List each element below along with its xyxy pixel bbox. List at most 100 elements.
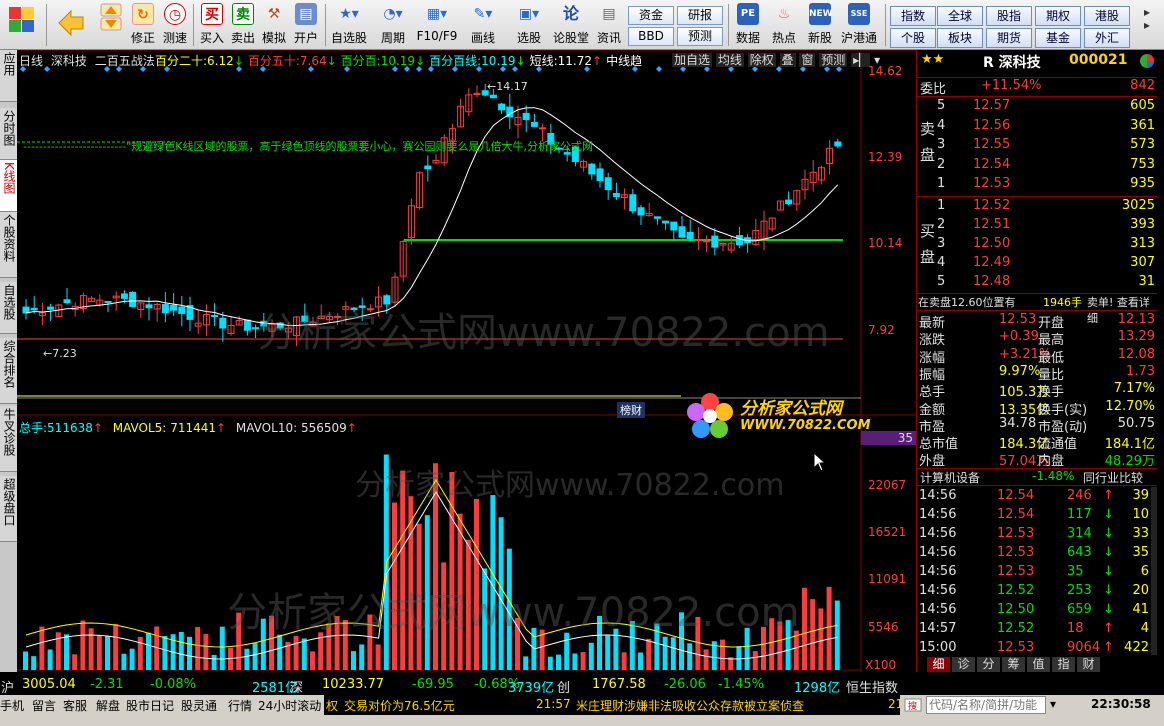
sector-compare-link[interactable]: 同行业比较 — [1083, 469, 1143, 486]
period-button[interactable]: ◔▾ 周期 — [373, 3, 413, 48]
options-button[interactable]: 期权 — [1035, 6, 1081, 26]
tick-direction-icon: ↑ — [1103, 488, 1114, 503]
sell-price: 12.56 — [973, 117, 1011, 133]
funds-button[interactable]: 资金 — [628, 6, 674, 25]
quote-bottom-tab[interactable]: 分 — [977, 657, 1000, 672]
news-ticker[interactable]: 权 交易对价为76.5亿元 21:57 米庄理财涉嫌非法吸收公众存款被立案侦查 … — [324, 695, 903, 715]
volume-bar — [670, 637, 676, 670]
bottom-strip — [0, 715, 1164, 726]
tab-watchlist[interactable]: 自选股 — [0, 282, 17, 334]
add-watchlist-button[interactable]: 加自选 — [672, 53, 713, 67]
draw-line-button[interactable]: ✎▾ 画线 — [463, 3, 503, 48]
stock-screen-button[interactable]: ▣▾ 选股 — [509, 3, 549, 48]
sell-volume: 605 — [1130, 98, 1155, 113]
stock-index-button[interactable]: 股指 — [986, 6, 1032, 26]
volume-bar — [244, 648, 250, 670]
more-button[interactable]: ▸ ▸ — [1136, 6, 1158, 48]
up-down-nav-button[interactable] — [96, 3, 126, 48]
forex-button[interactable]: 外汇 — [1084, 28, 1130, 48]
hk-connect-button[interactable]: SSE 沪港通 — [840, 3, 878, 48]
global-button[interactable]: 全球 — [937, 6, 983, 26]
volume-bar — [498, 517, 504, 670]
quote-bottom-tab[interactable]: 值 — [1027, 657, 1050, 672]
pe-icon: PE — [737, 3, 759, 25]
sell-button[interactable]: 卖 卖出 — [228, 3, 258, 48]
volume-bar — [629, 621, 635, 670]
status-bar-link[interactable]: 留言 — [32, 697, 56, 714]
window-button[interactable]: 窗 — [799, 53, 816, 67]
quote-bottom-tab[interactable]: 诊 — [952, 657, 975, 672]
exright-button[interactable]: 除权 — [747, 53, 776, 67]
tick-scrollbar[interactable] — [1151, 487, 1157, 655]
forecast-chart-button[interactable]: 预测 — [819, 53, 848, 67]
status-bar-link[interactable]: 行情 — [228, 697, 252, 714]
volume-bar — [342, 619, 348, 670]
futures-button[interactable]: 期货 — [986, 28, 1032, 48]
tab-kline[interactable]: K线图 — [0, 160, 17, 212]
status-bar-link[interactable]: 股灵通 — [181, 697, 217, 714]
f10-button[interactable]: ▦▾ F10/F9 — [416, 3, 458, 48]
search-icon[interactable]: 搜 — [904, 698, 924, 712]
news-button[interactable]: ▤ 资讯 — [593, 3, 625, 48]
indicator-item: 中线趋 — [606, 54, 642, 68]
index-button[interactable]: 指数 — [890, 6, 936, 26]
forecast-button[interactable]: 预测 — [677, 27, 723, 46]
quote-bottom-tab[interactable]: 筹 — [1002, 657, 1025, 672]
new-stock-button[interactable]: NEW 新股 — [804, 3, 836, 48]
watchlist-button[interactable]: ★▾ 自选股 — [329, 3, 369, 48]
dropdown-arrow-icon[interactable]: ▾ — [1050, 697, 1056, 711]
status-bar-link[interactable]: 客服 — [63, 697, 87, 714]
tab-super-quote[interactable]: 超级盘口 — [0, 476, 17, 542]
status-bar-link[interactable]: 解盘 — [96, 697, 120, 714]
pie-chart-icon[interactable] — [1139, 53, 1155, 69]
back-arrow-icon[interactable] — [54, 3, 88, 48]
sector-name[interactable]: 计算机设备 — [920, 469, 980, 486]
sell-price: 12.57 — [973, 98, 1011, 113]
correct-button[interactable]: ↻ 修正 — [128, 3, 158, 48]
hammer-icon: ⚒ — [267, 6, 281, 22]
forum-button[interactable]: 论 论股堂 — [552, 3, 590, 48]
candle-body — [129, 291, 137, 307]
status-bar-link[interactable]: 股市日记 — [126, 697, 174, 714]
research-button[interactable]: 研报 — [677, 6, 723, 25]
status-bar-link[interactable]: 手机 — [0, 697, 24, 714]
simulate-button[interactable]: ⚒ 模拟 — [259, 3, 289, 48]
sector-button[interactable]: 板块 — [937, 28, 983, 48]
bbd-button[interactable]: BBD — [628, 27, 674, 46]
status-bar-link[interactable]: 24小时滚动 — [258, 697, 321, 714]
fund-button[interactable]: 基金 — [1035, 28, 1081, 48]
data-button[interactable]: PE 数据 — [732, 3, 764, 48]
kline-chart-panel[interactable]: 日线 深科技 二百五战法 百分二十:6.12↓ 百分五十:7.64↓ 百分百:10.… — [17, 50, 916, 672]
ma-button[interactable]: 均线 — [715, 53, 744, 67]
buy-button[interactable]: 买 买入 — [197, 3, 227, 48]
hotspot-button[interactable]: ♨ 热点 — [768, 3, 800, 48]
id-card-icon: ▤ — [295, 3, 317, 25]
stat-value-2: 12.70% — [1105, 398, 1155, 414]
overlay-button[interactable]: 叠 — [779, 53, 796, 67]
tab-ranking[interactable]: 综合排名 — [0, 338, 17, 404]
sell-price: 12.54 — [973, 156, 1011, 172]
tab-diagnosis[interactable]: 牛叉诊股 — [0, 406, 17, 472]
single-stock-button[interactable]: 个股 — [890, 28, 936, 48]
tab-intraday[interactable]: 分时图 — [0, 108, 17, 160]
search-input[interactable] — [926, 696, 1046, 714]
tab-stock-profile[interactable]: 个股资料 — [0, 212, 17, 278]
quote-bottom-tab[interactable]: 指 — [1052, 657, 1075, 672]
stat-label-2: 换手 — [1038, 385, 1065, 401]
candle-body — [383, 295, 391, 305]
hk-stocks-button[interactable]: 港股 — [1084, 6, 1130, 26]
speedtest-button[interactable]: ◷ 测速 — [160, 3, 190, 48]
finance-tab[interactable]: 榜财 — [617, 402, 645, 418]
sell-wall-volume: 1946手 — [1043, 296, 1082, 309]
stock-name-text: 深科技 — [50, 54, 87, 68]
forum-icon: 论 — [562, 4, 579, 23]
sell-order-row: 4 12.56 361 — [917, 118, 1157, 137]
tab-apps[interactable]: 应用 — [0, 50, 17, 102]
buy-volume: 31 — [1138, 274, 1155, 289]
stat-label-2: 流通值 — [1038, 437, 1078, 453]
open-account-button[interactable]: ▤ 开户 — [290, 3, 322, 48]
quote-bottom-tab[interactable]: 财 — [1077, 657, 1100, 672]
quote-bottom-tab[interactable]: 细 — [927, 657, 950, 672]
app-logo-icon[interactable] — [4, 3, 40, 48]
volume-bar — [96, 635, 102, 670]
